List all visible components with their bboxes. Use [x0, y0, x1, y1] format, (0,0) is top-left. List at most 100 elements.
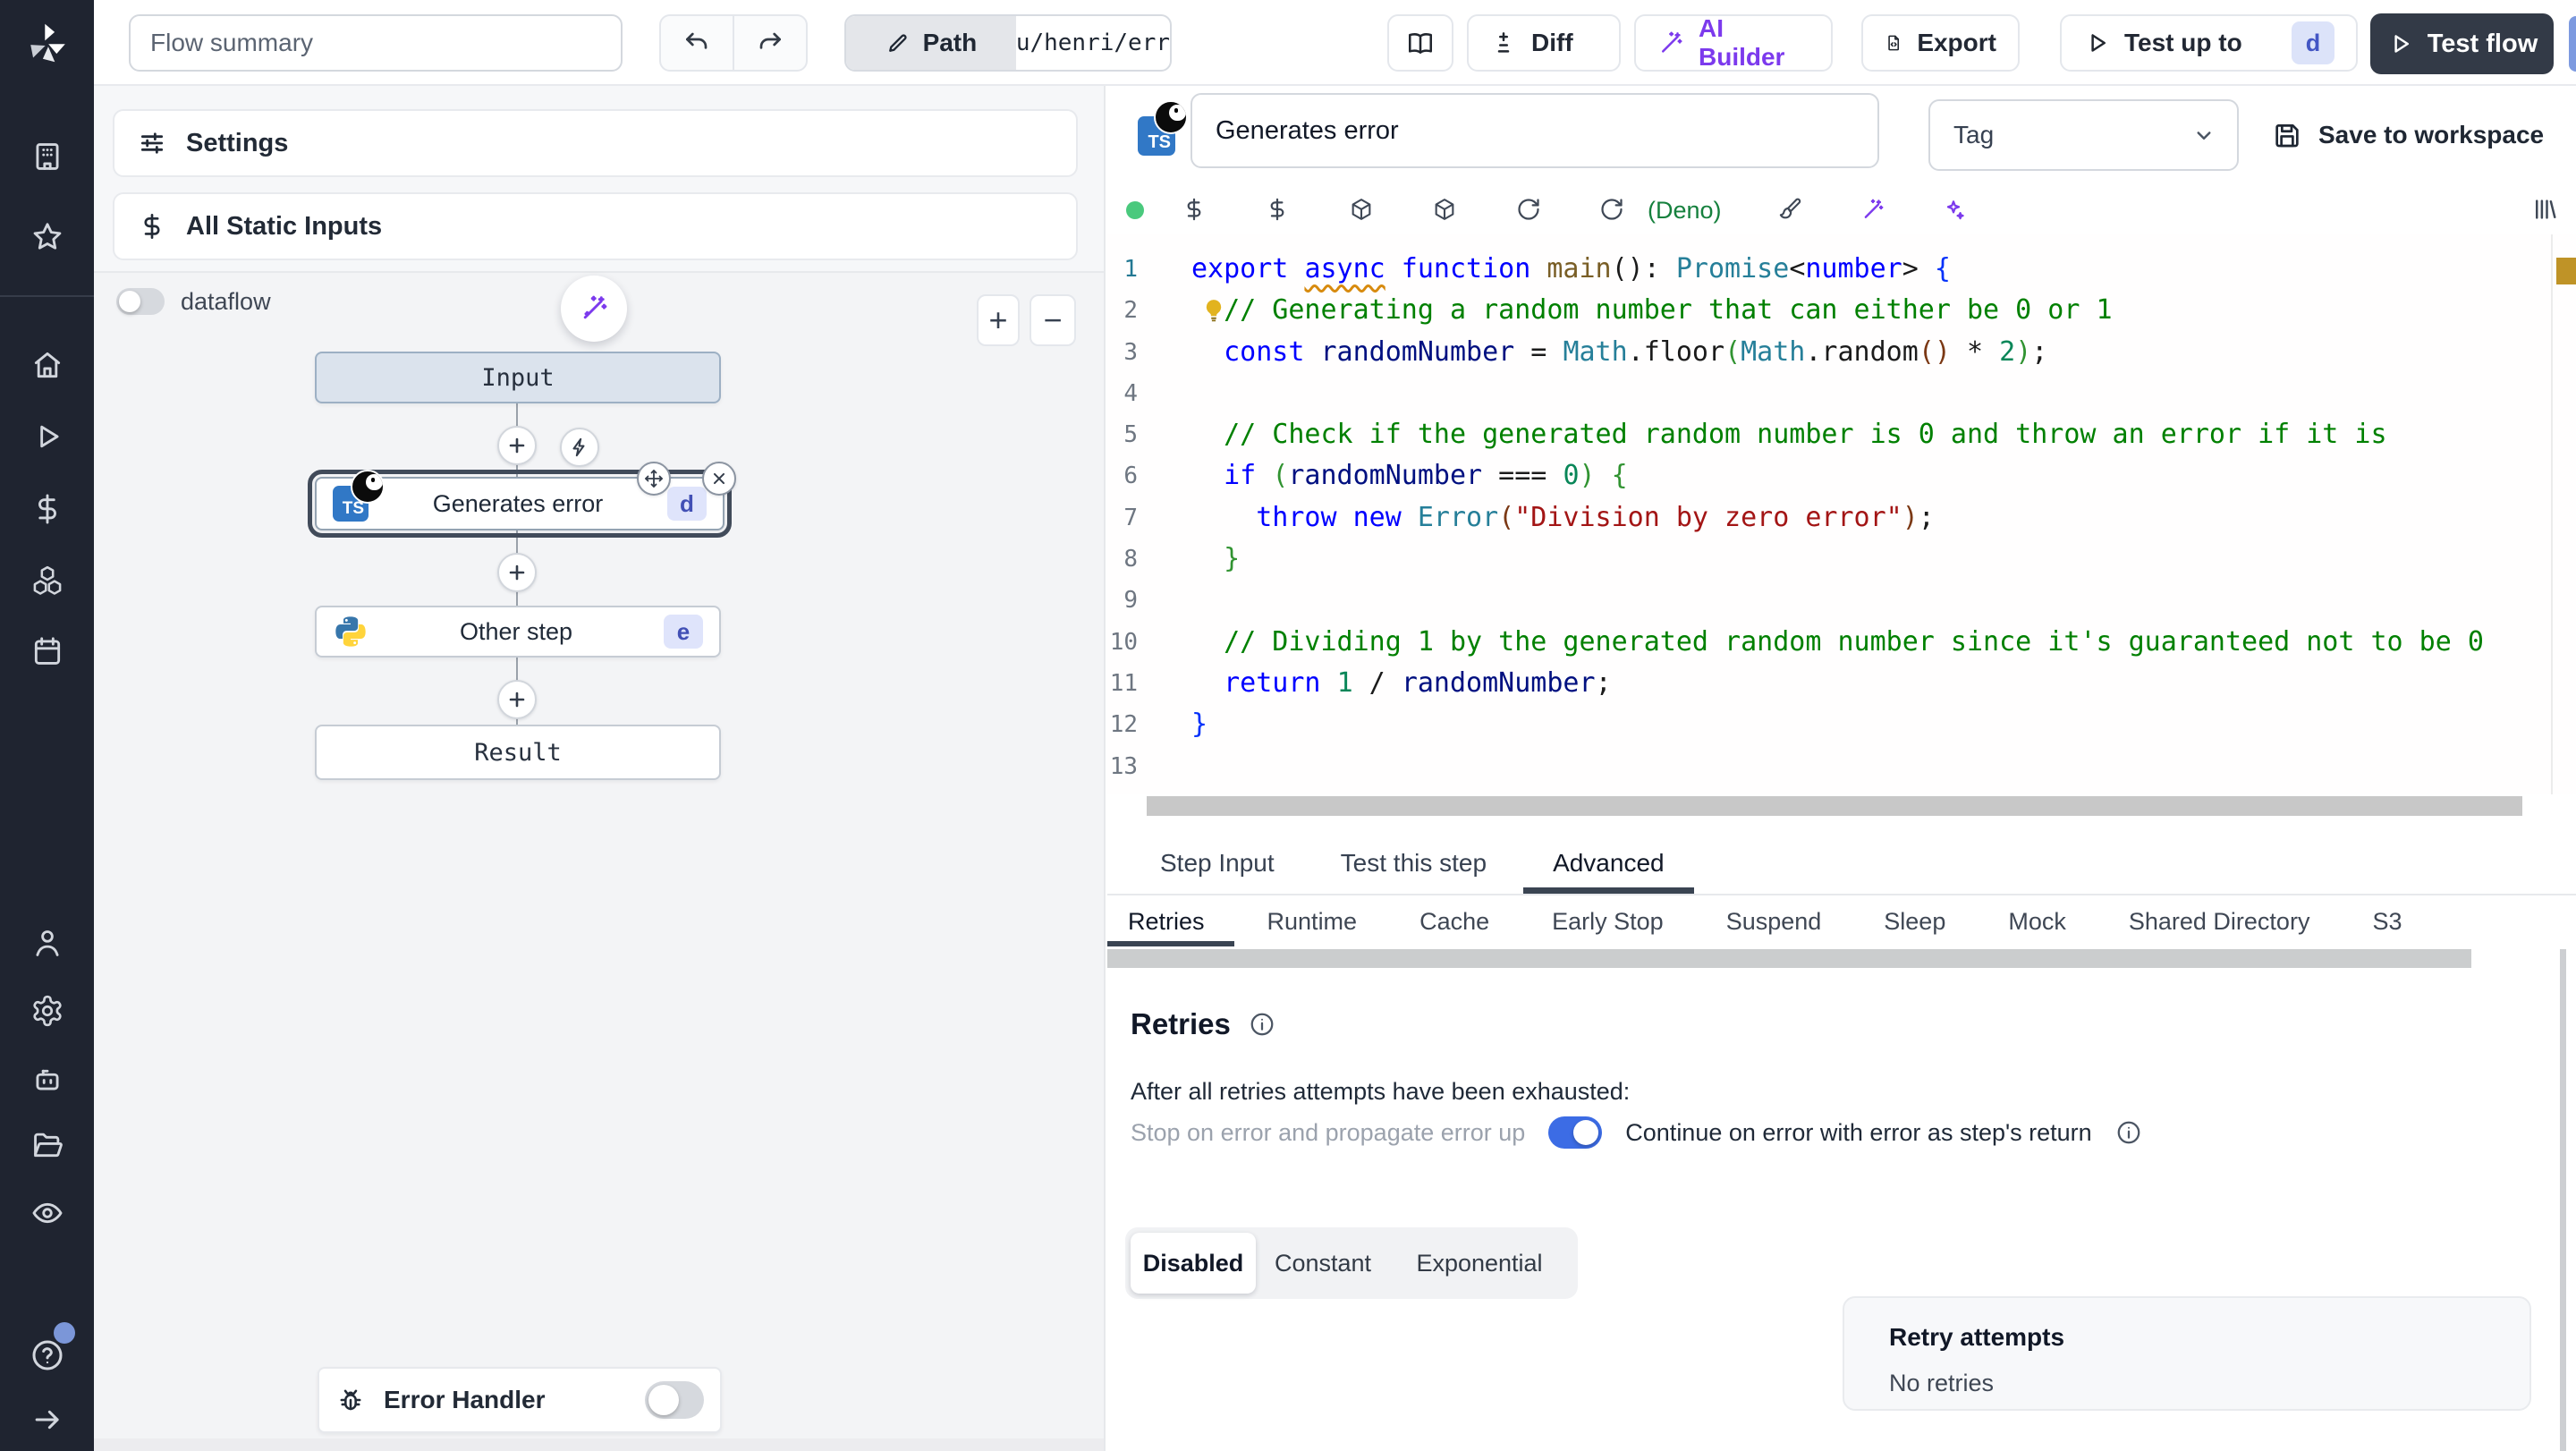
sliders-icon	[140, 132, 164, 154]
continue-on-error-option[interactable]: Continue on error with error as step's r…	[1625, 1119, 2091, 1147]
tab-step-input[interactable]: Step Input	[1127, 832, 1308, 894]
ai-builder-button[interactable]: AI Builder	[1634, 14, 1833, 72]
retry-mode-exponential[interactable]: Exponential	[1390, 1233, 1569, 1294]
workers-robot-icon[interactable]	[30, 1061, 65, 1097]
subtabs-hscrollbar[interactable]	[1107, 949, 2471, 968]
tab-test-this-step[interactable]: Test this step	[1308, 832, 1520, 894]
reload-icon[interactable]	[1515, 196, 1542, 223]
save-to-workspace-button[interactable]: Save to workspace	[2272, 106, 2544, 165]
retry-mode-constant[interactable]: Constant	[1256, 1233, 1390, 1294]
expand-sidebar-arrow-icon[interactable]	[30, 1402, 65, 1438]
zoom-in-button[interactable]: +	[977, 294, 1020, 346]
redo-icon	[759, 32, 781, 49]
retry-mode-disabled[interactable]: Disabled	[1131, 1233, 1256, 1294]
path-label: Path	[922, 29, 978, 56]
user-icon[interactable]	[30, 925, 65, 961]
add-trigger-button[interactable]	[560, 428, 599, 467]
subtab-shared-directory[interactable]: Shared Directory	[2129, 908, 2310, 936]
sidebar	[0, 0, 94, 1451]
variables-dollar-icon[interactable]	[30, 491, 65, 527]
subtab-early-stop[interactable]: Early Stop	[1552, 908, 1664, 936]
flow-settings-button[interactable]: Settings	[113, 109, 1078, 177]
arrows-move-icon	[645, 470, 663, 488]
play-outline-icon	[2091, 34, 2106, 52]
undo-redo-group	[659, 14, 808, 72]
info-icon[interactable]	[1249, 1011, 1275, 1038]
error-handler-toggle[interactable]	[645, 1381, 704, 1419]
home-icon[interactable]	[30, 347, 65, 383]
info-icon[interactable]	[2115, 1119, 2142, 1146]
sparkles-icon[interactable]	[1940, 196, 1967, 223]
save-floppy-icon	[2275, 124, 2299, 148]
subtab-cache[interactable]: Cache	[1419, 908, 1489, 936]
test-up-to-button[interactable]: Test up to d	[2060, 14, 2358, 72]
workspace-building-icon[interactable]	[30, 139, 65, 174]
all-static-inputs-label: All Static Inputs	[186, 211, 383, 241]
audit-eye-icon[interactable]	[30, 1195, 65, 1231]
tag-select[interactable]: Tag	[1928, 99, 2239, 171]
export-button[interactable]: Export	[1861, 14, 2020, 72]
delete-step-button[interactable]	[702, 462, 736, 496]
deploy-button-edge[interactable]	[2569, 16, 2576, 72]
flow-panel-divider	[94, 271, 1104, 273]
add-step-button-2[interactable]	[497, 553, 537, 592]
step-node-label: Generates error	[432, 489, 604, 517]
continue-on-error-toggle[interactable]	[1548, 1116, 1603, 1149]
lightbulb-hint-icon[interactable]	[1200, 295, 1227, 326]
subtab-mock[interactable]: Mock	[2008, 908, 2066, 936]
move-step-handle[interactable]	[637, 462, 671, 496]
error-handler-label: Error Handler	[384, 1386, 546, 1413]
variables-dollar-icon[interactable]	[1181, 196, 1208, 223]
redo-button[interactable]	[733, 16, 806, 70]
flow-node-input[interactable]: Input	[315, 352, 721, 403]
add-step-button-1[interactable]	[497, 426, 537, 465]
diff-button[interactable]: Diff	[1467, 14, 1621, 72]
bug-icon	[340, 1389, 361, 1411]
subtab-suspend[interactable]: Suspend	[1726, 908, 1822, 936]
flow-node-step-other-step[interactable]: Other step e	[315, 606, 721, 658]
test-flow-button[interactable]: Test flow	[2370, 13, 2554, 74]
add-step-button-3[interactable]	[497, 680, 537, 719]
all-static-inputs-button[interactable]: All Static Inputs	[113, 192, 1078, 260]
path-edit-segment[interactable]: Path	[846, 16, 1016, 70]
resources-boxes-icon[interactable]	[30, 563, 65, 598]
package-icon[interactable]	[1348, 196, 1375, 223]
flow-ai-wand-button[interactable]	[561, 276, 627, 342]
subtab-retries[interactable]: Retries	[1128, 908, 1205, 936]
format-paintbrush-icon[interactable]	[1776, 196, 1803, 223]
favorites-star-icon[interactable]	[30, 219, 65, 255]
ai-wand-icon[interactable]	[1860, 196, 1886, 223]
error-handler-card[interactable]: Error Handler	[318, 1367, 722, 1433]
runs-play-icon[interactable]	[30, 419, 65, 454]
folders-folder-open-icon[interactable]	[30, 1127, 65, 1163]
zoom-out-button[interactable]: −	[1030, 294, 1076, 346]
graph-hscroll-track[interactable]	[94, 1438, 1104, 1451]
subtab-s3[interactable]: S3	[2372, 908, 2402, 936]
package-icon[interactable]	[1431, 196, 1458, 223]
docs-button[interactable]	[1387, 14, 1453, 72]
error-behavior-row: Stop on error and propagate error up Con…	[1131, 1116, 2142, 1149]
test-up-to-step-badge[interactable]: d	[2292, 21, 2334, 64]
step-name-input[interactable]	[1191, 93, 1879, 168]
settings-gear-icon[interactable]	[30, 993, 65, 1029]
schedules-calendar-icon[interactable]	[30, 633, 65, 669]
editor-code-lines[interactable]: export async function main(): Promise<nu…	[1191, 249, 2533, 787]
undo-button[interactable]	[661, 16, 733, 70]
runtime-label[interactable]: (Deno)	[1648, 197, 1722, 225]
path-group[interactable]: Path u/henri/err	[844, 14, 1172, 72]
resources-dollar-icon[interactable]	[1264, 196, 1291, 223]
stop-on-error-option[interactable]: Stop on error and propagate error up	[1131, 1119, 1525, 1147]
flow-node-result[interactable]: Result	[315, 725, 721, 780]
panel-vscrollbar[interactable]	[2560, 949, 2566, 1451]
subtab-runtime[interactable]: Runtime	[1267, 908, 1358, 936]
library-icon[interactable]	[2531, 196, 2558, 223]
tab-advanced[interactable]: Advanced	[1520, 832, 1698, 894]
retries-heading: Retries	[1131, 1007, 1275, 1041]
windmill-logo-icon[interactable]	[23, 20, 70, 66]
subtab-sleep[interactable]: Sleep	[1884, 908, 1945, 936]
editor-hscrollbar[interactable]	[1147, 796, 2522, 816]
result-node-label: Result	[474, 738, 562, 767]
flow-summary-input[interactable]	[129, 14, 623, 72]
reload-runtime-icon[interactable]	[1598, 196, 1625, 223]
dataflow-toggle[interactable]	[116, 288, 165, 315]
